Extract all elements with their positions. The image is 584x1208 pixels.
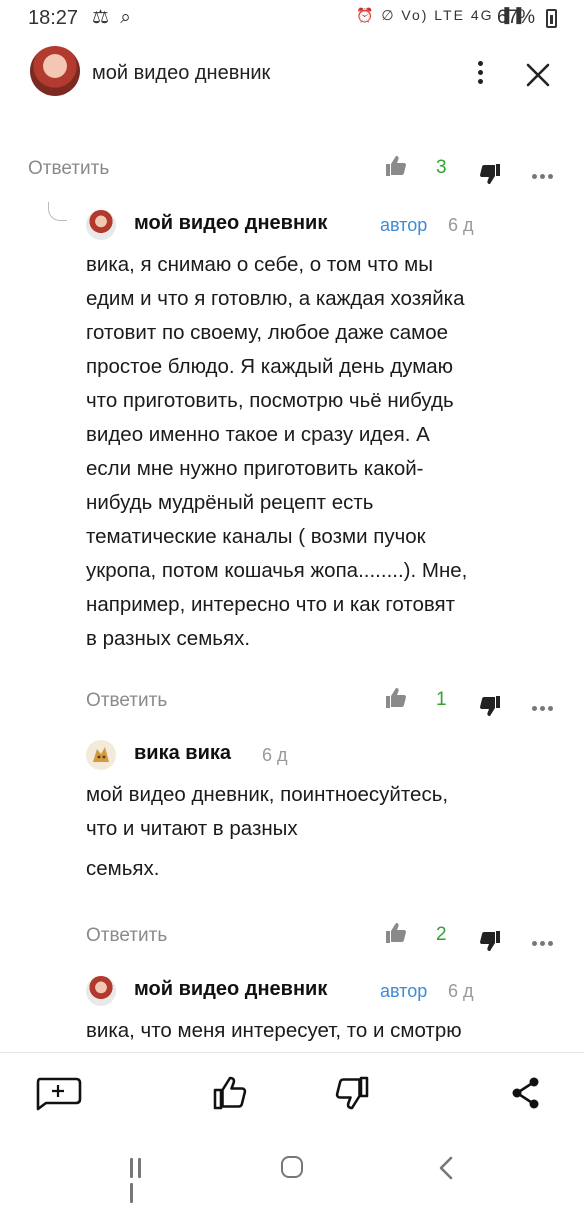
battery-icon [546, 9, 557, 28]
dog-icon [93, 747, 109, 762]
avatar[interactable] [86, 210, 116, 240]
status-time: 18:27 [28, 7, 79, 29]
comment-text: вика, что меня интересует, то и смотрю [86, 1019, 462, 1042]
comment-actions: Ответить 2 [86, 917, 558, 957]
reply-button[interactable]: Ответить [28, 158, 109, 180]
dislike-icon[interactable] [478, 694, 502, 718]
avatar[interactable] [86, 740, 116, 770]
like-icon[interactable] [384, 154, 408, 178]
comment-header: мой видео дневник автор 6 д [86, 976, 566, 1010]
comment-time: 6 д [448, 215, 474, 235]
back-icon[interactable] [436, 1154, 456, 1182]
author-badge: автор [380, 215, 428, 235]
comment-author[interactable]: мой видео дневник [134, 978, 327, 1001]
comment-actions: Ответить 3 [28, 150, 558, 190]
comment-time: 6 д [262, 745, 288, 765]
dislike-icon[interactable] [478, 929, 502, 953]
close-icon[interactable] [524, 61, 552, 89]
like-count: 1 [436, 689, 447, 710]
like-icon[interactable] [384, 686, 408, 710]
reply-button[interactable]: Ответить [86, 690, 167, 712]
comment-add-icon[interactable] [34, 1075, 82, 1111]
recent-apps-icon[interactable] [130, 1158, 152, 1203]
avatar[interactable] [86, 976, 116, 1006]
more-vertical-icon[interactable] [470, 58, 490, 88]
like-count: 2 [436, 924, 447, 945]
comment-author[interactable]: вика вика [134, 742, 231, 765]
system-nav-bar [0, 1138, 584, 1203]
status-bar: 18:27 ⚖ ⌕ ⏰ ∅ Vo) LTE 4G ▐▐ 67% [0, 0, 584, 36]
like-icon[interactable] [212, 1075, 248, 1111]
dislike-icon[interactable] [334, 1075, 370, 1111]
like-icon[interactable] [384, 921, 408, 945]
comment-actions: Ответить 1 [86, 682, 558, 722]
channel-title[interactable]: мой видео дневник [92, 62, 270, 85]
bottom-toolbar [0, 1052, 584, 1139]
more-horizontal-icon[interactable] [532, 166, 556, 179]
avatar[interactable] [30, 46, 80, 96]
share-icon[interactable] [510, 1075, 542, 1111]
more-horizontal-icon[interactable] [532, 698, 556, 711]
reply-button[interactable]: Ответить [86, 925, 167, 947]
comment-text: мой видео дневник, поинтноесуйтесь, что … [86, 783, 449, 880]
like-count: 3 [436, 157, 447, 178]
home-icon[interactable] [281, 1156, 303, 1178]
notification-icons: ⚖ ⌕ [92, 7, 134, 28]
more-horizontal-icon[interactable] [532, 933, 556, 946]
channel-header: мой видео дневник [0, 36, 584, 114]
comment-header: мой видео дневник автор 6 д [86, 210, 566, 244]
thread-connector [48, 202, 67, 221]
comment-text: вика, я снимаю о себе, о том что мы едим… [86, 253, 468, 650]
comments-list[interactable]: Ответить 3 мой видео дневник автор 6 д в… [0, 114, 584, 1052]
comment-author[interactable]: мой видео дневник [134, 212, 327, 235]
comment-header: вика вика 6 д [86, 740, 566, 774]
dislike-icon[interactable] [478, 162, 502, 186]
comment-time: 6 д [448, 981, 474, 1001]
battery-percent: 67% [497, 7, 536, 28]
author-badge: автор [380, 981, 428, 1001]
